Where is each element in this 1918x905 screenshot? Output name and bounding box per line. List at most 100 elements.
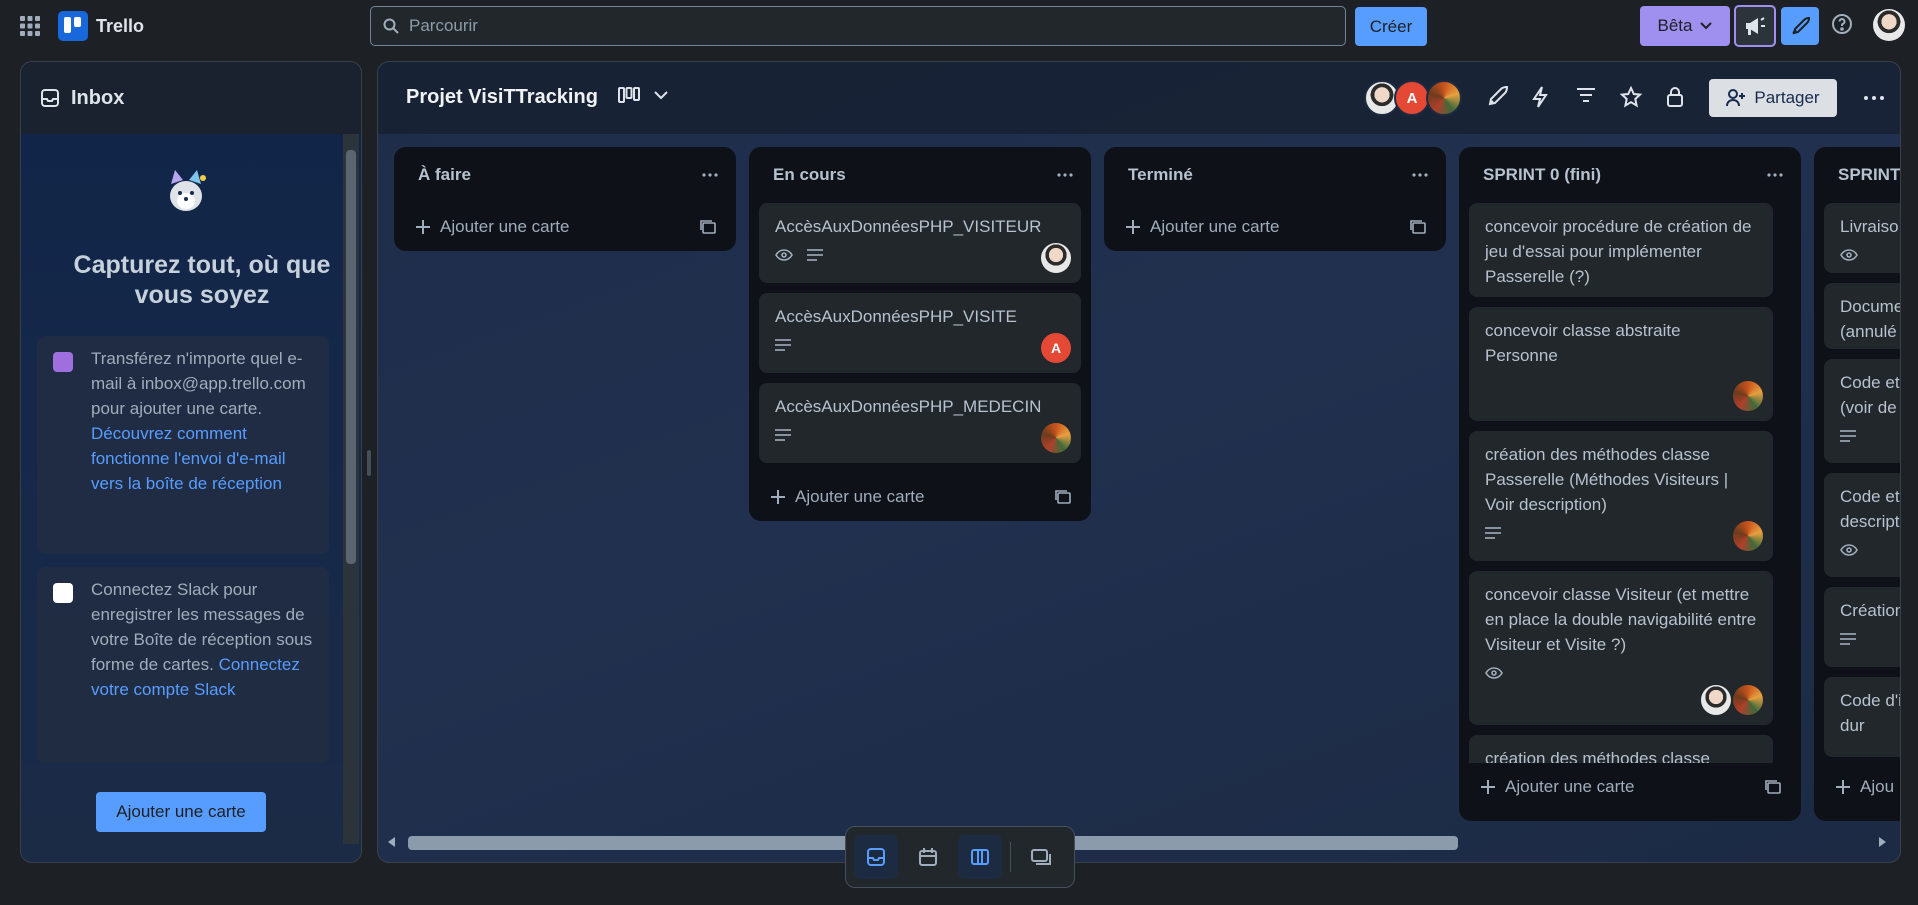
add-card-row[interactable]: Ajouter une carte bbox=[1104, 203, 1446, 251]
card-member-avatar[interactable] bbox=[1701, 685, 1731, 715]
list-menu-icon[interactable] bbox=[1767, 173, 1783, 177]
list-title[interactable]: Terminé bbox=[1128, 165, 1193, 185]
beta-button[interactable]: Bêta bbox=[1640, 6, 1730, 46]
board-header: Projet VisiTTracking A Partager bbox=[378, 62, 1900, 134]
plus-icon bbox=[1481, 780, 1495, 794]
add-user-icon bbox=[1726, 89, 1746, 107]
inbox-scrollbar-thumb[interactable] bbox=[346, 150, 356, 564]
list-header[interactable]: SPRINT 0 (fini) bbox=[1459, 147, 1801, 203]
search-input[interactable] bbox=[409, 16, 1309, 36]
add-card-row[interactable]: Ajouter une carte bbox=[749, 473, 1091, 521]
star-icon[interactable] bbox=[1620, 86, 1642, 108]
templates-button[interactable] bbox=[1781, 7, 1819, 45]
list-menu-icon[interactable] bbox=[1412, 173, 1428, 177]
board-icon bbox=[970, 847, 990, 867]
add-card-row[interactable]: Ajou bbox=[1814, 763, 1900, 811]
list-menu-icon[interactable] bbox=[1057, 173, 1073, 177]
list-cards-container: Livraiso Docume (annulé Code et (voir de… bbox=[1814, 203, 1900, 763]
share-button[interactable]: Partager bbox=[1709, 79, 1837, 117]
list-header[interactable]: En cours bbox=[749, 147, 1091, 203]
inbox-add-card-button[interactable]: Ajouter une carte bbox=[96, 792, 266, 832]
list-header[interactable]: SPRINT bbox=[1814, 147, 1900, 203]
card-title: création des méthodes classe bbox=[1485, 749, 1710, 763]
card-member-avatar[interactable] bbox=[1733, 381, 1763, 411]
card[interactable]: concevoir procédure de création de jeu d… bbox=[1469, 203, 1773, 297]
card[interactable]: création des méthodes classe Passerelle … bbox=[1469, 431, 1773, 561]
trello-logo-icon bbox=[58, 11, 88, 41]
template-card-icon[interactable] bbox=[1410, 220, 1426, 234]
card[interactable]: concevoir classe abstraite Personne bbox=[1469, 307, 1773, 421]
card-member-avatar[interactable] bbox=[1733, 685, 1763, 715]
card[interactable]: Code d'i dur bbox=[1824, 677, 1900, 757]
list-menu-icon[interactable] bbox=[702, 173, 718, 177]
user-avatar[interactable] bbox=[1873, 9, 1905, 41]
template-card-icon[interactable] bbox=[1055, 490, 1071, 504]
add-card-row[interactable]: Ajouter une carte bbox=[1459, 763, 1801, 811]
card[interactable]: Code et (voir de bbox=[1824, 359, 1900, 463]
card[interactable]: concevoir classe Visiteur (et mettre en … bbox=[1469, 571, 1773, 725]
list-a-faire: À faire Ajouter une carte bbox=[394, 147, 736, 251]
create-button[interactable]: Créer bbox=[1355, 7, 1427, 46]
switch-boards-button[interactable] bbox=[1019, 835, 1063, 879]
card-member-avatar[interactable]: A bbox=[1041, 333, 1071, 363]
trello-logo[interactable]: Trello bbox=[58, 11, 144, 41]
power-ups-icon[interactable] bbox=[1486, 86, 1508, 108]
app-switcher-icon[interactable] bbox=[20, 16, 40, 36]
card[interactable]: AccèsAuxDonnéesPHP_VISITEUR bbox=[759, 203, 1081, 283]
card[interactable]: Code et descript bbox=[1824, 473, 1900, 577]
panel-resize-handle[interactable] bbox=[367, 450, 371, 476]
card-title: concevoir classe abstraite Personne bbox=[1485, 321, 1681, 365]
help-icon[interactable] bbox=[1831, 13, 1853, 35]
board-view-switcher[interactable] bbox=[618, 87, 668, 103]
card[interactable]: Création bbox=[1824, 587, 1900, 667]
more-options-icon[interactable] bbox=[1864, 96, 1884, 100]
add-card-label: Ajouter une carte bbox=[1150, 217, 1280, 236]
list-title[interactable]: En cours bbox=[773, 165, 846, 185]
board-toggle-button[interactable] bbox=[958, 835, 1002, 879]
plus-icon bbox=[416, 220, 430, 234]
description-icon bbox=[1840, 430, 1856, 442]
add-card-row[interactable]: Ajouter une carte bbox=[394, 203, 736, 251]
filter-icon[interactable] bbox=[1576, 86, 1596, 104]
card-member-avatar[interactable] bbox=[1041, 423, 1071, 453]
watch-icon bbox=[775, 249, 793, 261]
list-header[interactable]: À faire bbox=[394, 147, 736, 203]
card[interactable]: Docume (annulé bbox=[1824, 283, 1900, 349]
inbox-icon bbox=[866, 847, 886, 867]
bottom-nav-divider bbox=[1010, 842, 1011, 872]
announcements-button[interactable] bbox=[1734, 5, 1776, 47]
template-card-icon[interactable] bbox=[1765, 780, 1781, 794]
card[interactable]: AccèsAuxDonnéesPHP_MEDECIN bbox=[759, 383, 1081, 463]
card-member-avatar[interactable] bbox=[1041, 243, 1071, 273]
member-avatar[interactable] bbox=[1426, 80, 1462, 116]
inbox-toggle-button[interactable] bbox=[854, 835, 898, 879]
template-card-icon[interactable] bbox=[700, 220, 716, 234]
email-forward-link[interactable]: Découvrez comment fonctionne l'envoi d'e… bbox=[91, 424, 286, 493]
board-title[interactable]: Projet VisiTTracking bbox=[406, 86, 598, 109]
search-bar[interactable] bbox=[370, 6, 1346, 46]
card-title: Code et descript bbox=[1840, 487, 1900, 531]
board-horizontal-scrollbar[interactable] bbox=[386, 834, 1890, 850]
list-header[interactable]: Terminé bbox=[1104, 147, 1446, 203]
scroll-right-icon[interactable] bbox=[1878, 837, 1886, 847]
card[interactable]: création des méthodes classe bbox=[1469, 735, 1773, 763]
scroll-left-icon[interactable] bbox=[388, 837, 396, 847]
card[interactable]: Livraiso bbox=[1824, 203, 1900, 273]
description-icon bbox=[1840, 633, 1856, 645]
watch-icon bbox=[1840, 249, 1858, 261]
card-member-avatar[interactable] bbox=[1733, 521, 1763, 551]
bottom-nav bbox=[845, 826, 1075, 888]
planner-toggle-button[interactable] bbox=[906, 835, 950, 879]
list-title[interactable]: SPRINT bbox=[1838, 165, 1900, 185]
list-title[interactable]: À faire bbox=[418, 165, 471, 185]
lock-icon[interactable] bbox=[1666, 86, 1684, 108]
card[interactable]: AccèsAuxDonnéesPHP_VISITE A bbox=[759, 293, 1081, 373]
card-title: Livraiso bbox=[1840, 217, 1899, 236]
plus-icon bbox=[1126, 220, 1140, 234]
list-termine: Terminé Ajouter une carte bbox=[1104, 147, 1446, 251]
email-forward-text: Transférez n'importe quel e-mail à inbox… bbox=[91, 349, 306, 418]
list-title[interactable]: SPRINT 0 (fini) bbox=[1483, 165, 1601, 185]
automation-icon[interactable] bbox=[1532, 86, 1548, 108]
member-avatar[interactable]: A bbox=[1394, 80, 1430, 116]
watch-icon bbox=[1485, 667, 1503, 679]
